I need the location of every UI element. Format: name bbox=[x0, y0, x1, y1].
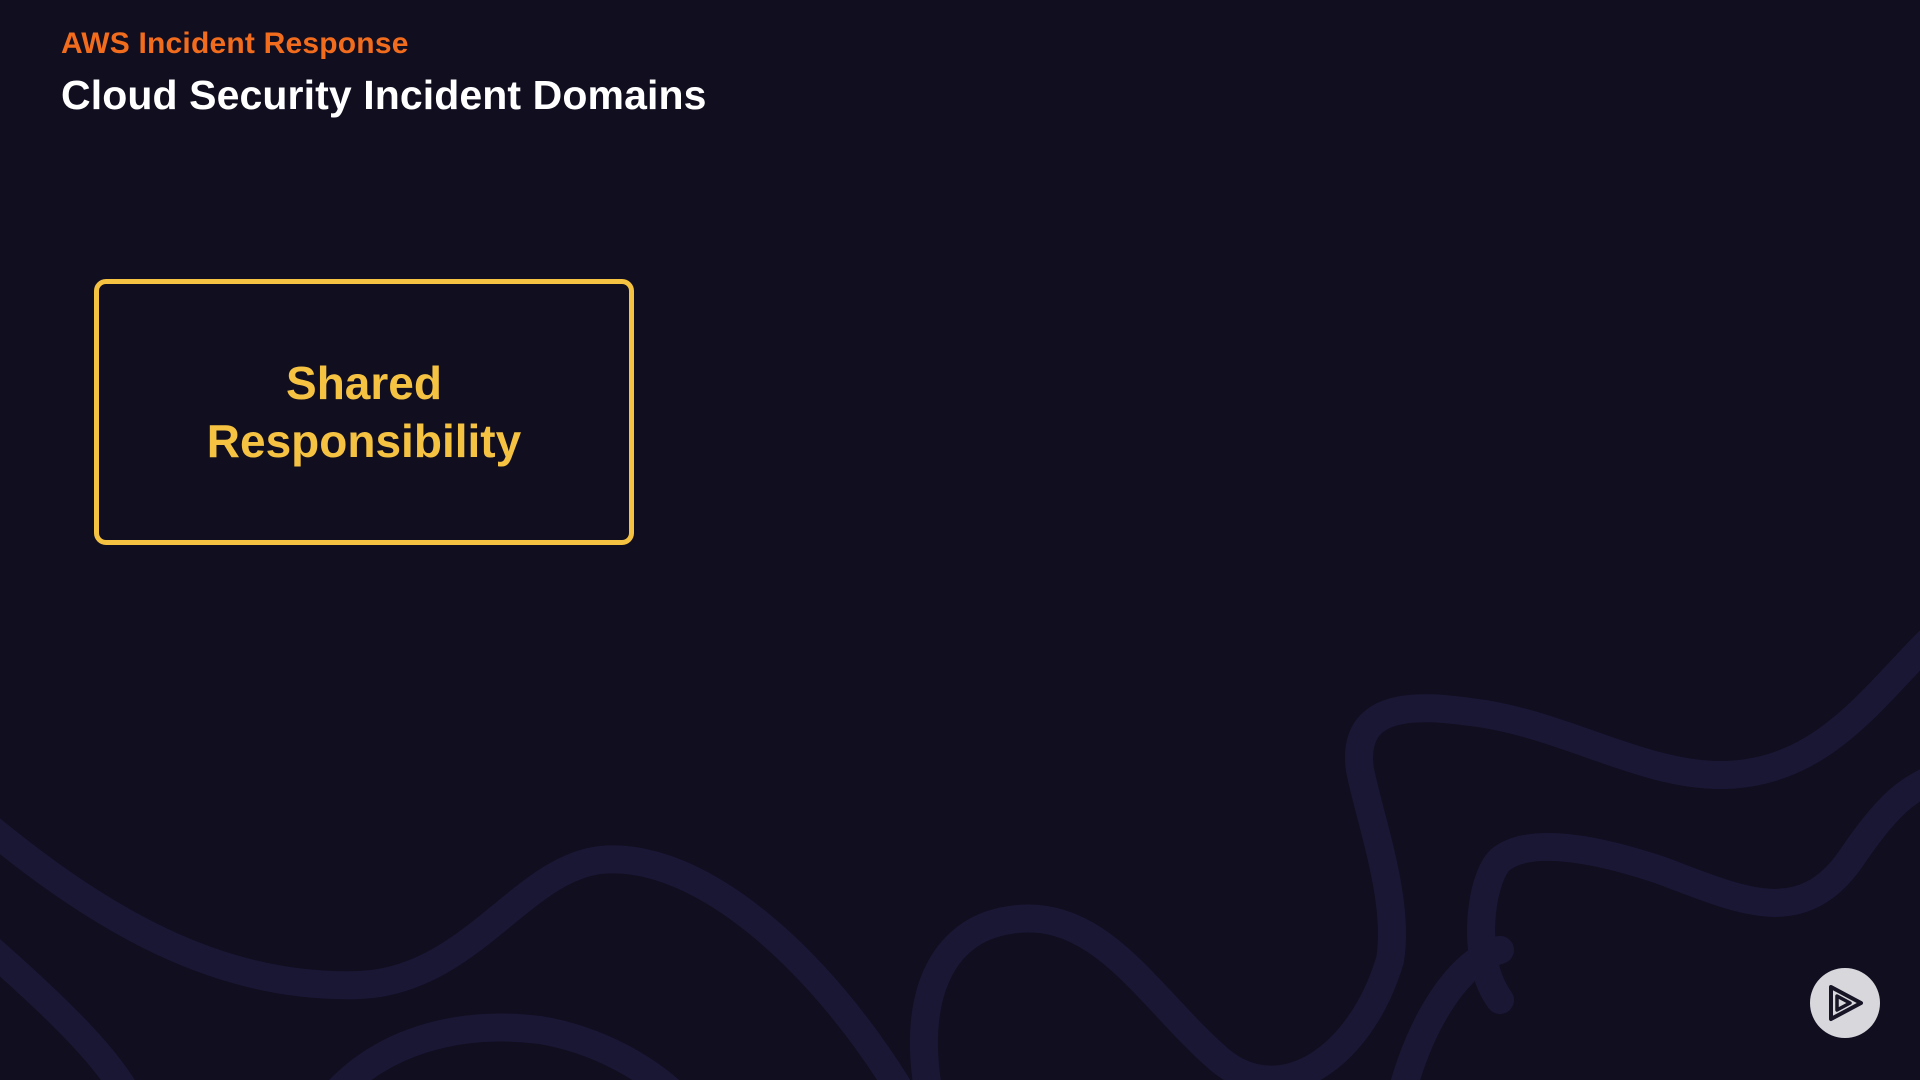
domain-card-shared-responsibility: Shared Responsibility bbox=[94, 279, 634, 545]
pluralsight-play-icon bbox=[1810, 968, 1880, 1038]
slide-header: AWS Incident Response Cloud Security Inc… bbox=[61, 26, 707, 120]
slide-title: Cloud Security Incident Domains bbox=[61, 72, 707, 118]
course-title: AWS Incident Response bbox=[61, 27, 409, 60]
domain-card-label: Shared Responsibility bbox=[206, 357, 522, 467]
